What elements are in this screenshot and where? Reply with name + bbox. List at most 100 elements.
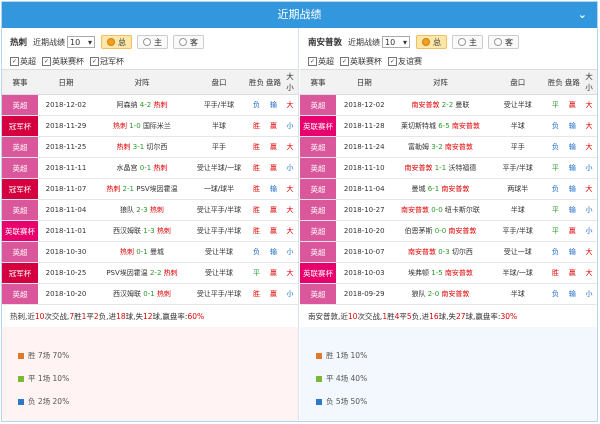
home-team[interactable]: 水晶宫 — [117, 164, 138, 172]
league-badge[interactable]: 英超 — [300, 241, 337, 263]
table-row[interactable]: 英超 2018-11-10 南安普敦 1-1 沃特福德 平手/半球平输小 — [300, 157, 597, 179]
home-team[interactable]: PSV埃因霍温 — [106, 269, 147, 277]
filter-total[interactable]: 总 — [101, 35, 133, 49]
match-fixture[interactable]: 伯恩茅斯 0-0 南安普敦 — [392, 220, 489, 242]
league-badge[interactable]: 英超 — [2, 241, 38, 263]
match-fixture[interactable]: 埃弗顿 1-5 南安普敦 — [392, 262, 489, 284]
table-row[interactable]: 英超 2018-10-27 南安普敦 0-0 纽卡斯尔联 半球平输小 — [300, 199, 597, 221]
home-team[interactable]: 狼队 — [412, 290, 426, 298]
away-team[interactable]: 纽卡斯尔联 — [445, 206, 480, 214]
match-fixture[interactable]: 西汉姆联 0-1 热刺 — [94, 283, 190, 305]
away-team[interactable]: 热刺 — [157, 227, 171, 235]
table-row[interactable]: 冠军杯 2018-10-25 PSV埃因霍温 2-2 热刺 受让半球平赢大 — [2, 262, 298, 284]
match-count-select[interactable]: 10 ▾ — [67, 36, 96, 48]
home-team[interactable]: 伯恩茅斯 — [405, 227, 433, 235]
league-badge[interactable]: 英超 — [300, 136, 337, 158]
table-row[interactable]: 英超 2018-11-11 水晶宫 0-1 热刺 受让半球/一球胜赢小 — [2, 157, 298, 179]
table-row[interactable]: 英超 2018-11-04 曼城 6-1 南安普敦 两球半负输大 — [300, 178, 597, 200]
check-champions-league[interactable]: ✓ 冠军杯 — [90, 56, 124, 67]
module-header[interactable]: 近期战绩 ⌄ — [2, 2, 597, 28]
league-badge[interactable]: 英超 — [2, 199, 38, 221]
match-fixture[interactable]: 曼城 6-1 南安普敦 — [392, 178, 489, 200]
league-badge[interactable]: 英超 — [300, 178, 337, 200]
filter-away[interactable]: 客 — [173, 35, 205, 49]
league-badge[interactable]: 英联赛杯 — [2, 220, 38, 242]
home-team[interactable]: 南安普敦 — [408, 248, 436, 256]
match-fixture[interactable]: 南安普敦 0-3 切尔西 — [392, 241, 489, 263]
match-fixture[interactable]: 狼队 2-3 热刺 — [94, 199, 190, 221]
table-row[interactable]: 英超 2018-10-07 南安普敦 0-3 切尔西 受让一球负输大 — [300, 241, 597, 263]
league-badge[interactable]: 冠军杯 — [2, 262, 38, 284]
away-team[interactable]: 热刺 — [153, 101, 167, 109]
away-team[interactable]: 曼城 — [150, 248, 164, 256]
table-row[interactable]: 英超 2018-10-20 西汉姆联 0-1 热刺 受让平手/半球胜赢小 — [2, 283, 298, 305]
away-team[interactable]: 沃特福德 — [448, 164, 476, 172]
away-team[interactable]: 南安普敦 — [441, 185, 469, 193]
check-epl[interactable]: ✓ 英超 — [308, 56, 334, 67]
match-fixture[interactable]: 狼队 2-0 南安普敦 — [392, 283, 489, 305]
table-row[interactable]: 冠军杯 2018-11-07 热刺 2-1 PSV埃因霍温 一球/球半胜输大 — [2, 178, 298, 200]
match-fixture[interactable]: 南安普敦 1-1 沃特福德 — [392, 157, 489, 179]
league-badge[interactable]: 英联赛杯 — [300, 262, 337, 284]
home-team[interactable]: 阿森纳 — [117, 101, 138, 109]
match-fixture[interactable]: 南安普敦 0-0 纽卡斯尔联 — [392, 199, 489, 221]
league-badge[interactable]: 冠军杯 — [2, 178, 38, 200]
away-team[interactable]: PSV埃因霍温 — [136, 185, 177, 193]
league-badge[interactable]: 冠军杯 — [2, 115, 38, 137]
league-badge[interactable]: 英超 — [300, 94, 337, 116]
away-team[interactable]: 国际米兰 — [143, 122, 171, 130]
away-team[interactable]: 南安普敦 — [445, 269, 473, 277]
home-team[interactable]: 埃弗顿 — [408, 269, 429, 277]
match-fixture[interactable]: 西汉姆联 1-3 热刺 — [94, 220, 190, 242]
league-badge[interactable]: 英超 — [2, 136, 38, 158]
match-fixture[interactable]: 阿森纳 4-2 热刺 — [94, 94, 190, 116]
league-badge[interactable]: 英联赛杯 — [300, 115, 337, 137]
check-friendly[interactable]: ✓ 友谊赛 — [388, 56, 422, 67]
league-badge[interactable]: 英超 — [2, 157, 38, 179]
away-team[interactable]: 南安普敦 — [452, 122, 480, 130]
away-team[interactable]: 南安普敦 — [448, 227, 476, 235]
filter-home[interactable]: 主 — [452, 35, 484, 49]
home-team[interactable]: 狼队 — [120, 206, 134, 214]
table-row[interactable]: 英超 2018-12-02 阿森纳 4-2 热刺 平手/半球负输大 — [2, 94, 298, 116]
home-team[interactable]: 曼城 — [412, 185, 426, 193]
check-epl[interactable]: ✓ 英超 — [10, 56, 36, 67]
home-team[interactable]: 西汉姆联 — [113, 290, 141, 298]
table-row[interactable]: 英超 2018-10-30 热刺 0-1 曼城 受让半球负输小 — [2, 241, 298, 263]
league-badge[interactable]: 英超 — [300, 220, 337, 242]
match-fixture[interactable]: 富勒姆 3-2 南安普敦 — [392, 136, 489, 158]
match-fixture[interactable]: 热刺 1-0 国际米兰 — [94, 115, 190, 137]
away-team[interactable]: 曼联 — [455, 101, 469, 109]
home-team[interactable]: 富勒姆 — [408, 143, 429, 151]
league-badge[interactable]: 英超 — [300, 157, 337, 179]
match-fixture[interactable]: 水晶宫 0-1 热刺 — [94, 157, 190, 179]
match-fixture[interactable]: 热刺 3-1 切尔西 — [94, 136, 190, 158]
match-fixture[interactable]: PSV埃因霍温 2-2 热刺 — [94, 262, 190, 284]
away-team[interactable]: 南安普敦 — [441, 290, 469, 298]
match-fixture[interactable]: 热刺 2-1 PSV埃因霍温 — [94, 178, 190, 200]
home-team[interactable]: 热刺 — [113, 122, 127, 130]
match-fixture[interactable]: 莱切斯特城 6-5 南安普敦 — [392, 115, 489, 137]
home-team[interactable]: 热刺 — [120, 248, 134, 256]
chevron-down-icon[interactable]: ⌄ — [578, 2, 587, 28]
home-team[interactable]: 热刺 — [106, 185, 120, 193]
table-row[interactable]: 英超 2018-12-02 南安普敦 2-2 曼联 受让半球平赢大 — [300, 94, 597, 116]
away-team[interactable]: 切尔西 — [452, 248, 473, 256]
away-team[interactable]: 热刺 — [157, 290, 171, 298]
home-team[interactable]: 热刺 — [117, 143, 131, 151]
home-team[interactable]: 南安普敦 — [412, 101, 440, 109]
table-row[interactable]: 英超 2018-10-20 伯恩茅斯 0-0 南安普敦 平手/半球平赢小 — [300, 220, 597, 242]
home-team[interactable]: 莱切斯特城 — [401, 122, 436, 130]
home-team[interactable]: 西汉姆联 — [113, 227, 141, 235]
away-team[interactable]: 切尔西 — [146, 143, 167, 151]
league-badge[interactable]: 英超 — [2, 283, 38, 305]
filter-total[interactable]: 总 — [416, 35, 448, 49]
table-row[interactable]: 英超 2018-11-04 狼队 2-3 热刺 受让平手/半球胜赢大 — [2, 199, 298, 221]
check-league-cup[interactable]: ✓ 英联赛杯 — [42, 56, 84, 67]
table-row[interactable]: 英联赛杯 2018-10-03 埃弗顿 1-5 南安普敦 半球/一球胜赢大 — [300, 262, 597, 284]
table-row[interactable]: 英联赛杯 2018-11-01 西汉姆联 1-3 热刺 受让平手/半球胜赢大 — [2, 220, 298, 242]
match-count-select[interactable]: 10 ▾ — [382, 36, 411, 48]
table-row[interactable]: 英超 2018-11-25 热刺 3-1 切尔西 平手胜赢大 — [2, 136, 298, 158]
league-badge[interactable]: 英超 — [2, 94, 38, 116]
table-row[interactable]: 冠军杯 2018-11-29 热刺 1-0 国际米兰 半球胜赢小 — [2, 115, 298, 137]
